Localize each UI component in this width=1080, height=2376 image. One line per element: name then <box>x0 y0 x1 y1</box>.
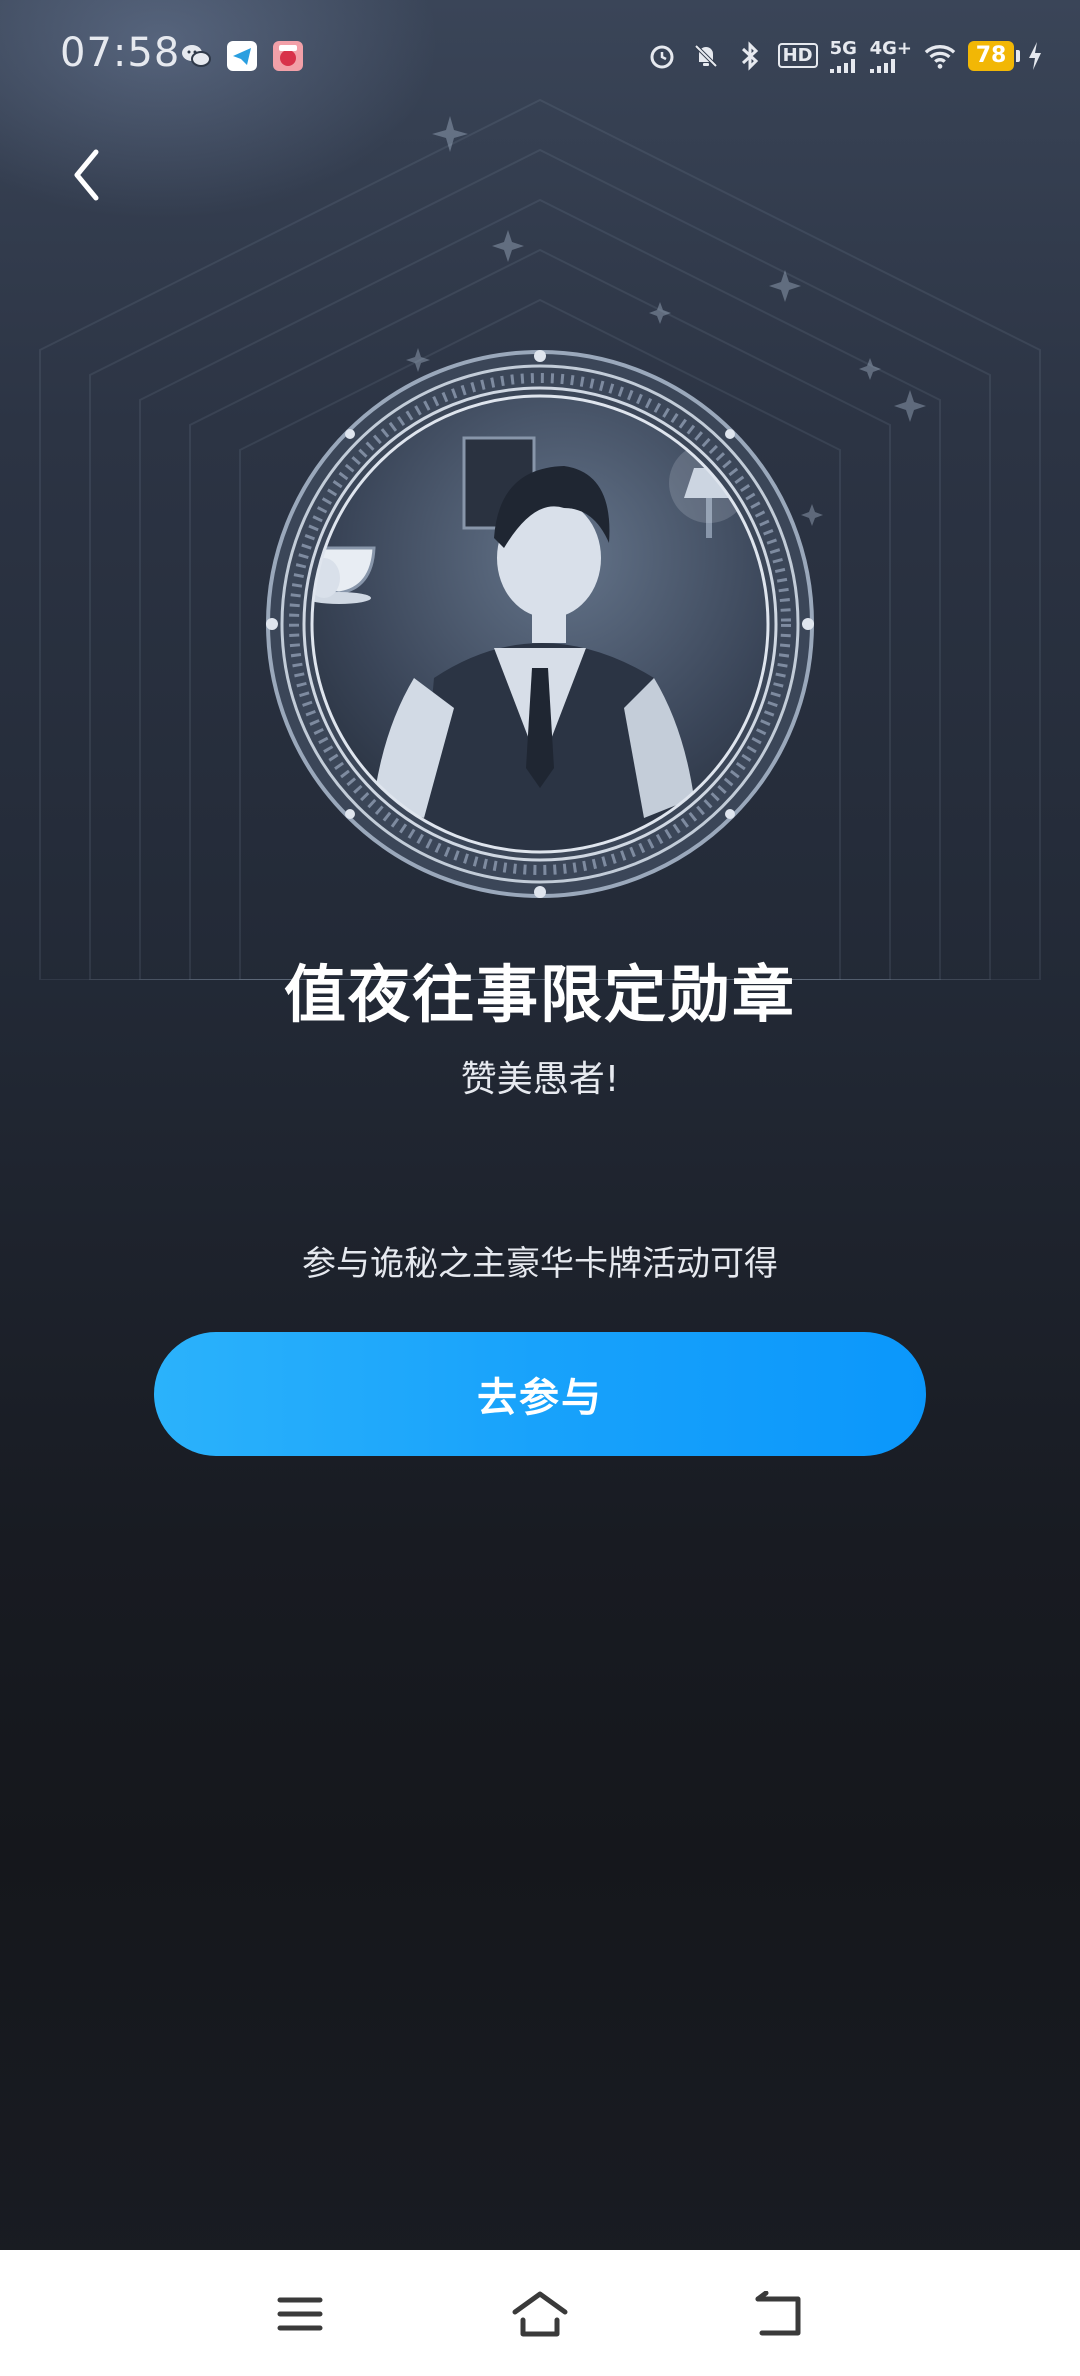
badge-condition: 参与诡秘之主豪华卡牌活动可得 <box>302 1244 778 1284</box>
game-app-icon <box>272 40 304 72</box>
wechat-icon <box>180 40 212 72</box>
telegram-icon <box>226 40 258 72</box>
back-button[interactable] <box>56 140 116 210</box>
mute-icon <box>690 40 722 72</box>
battery-icon: 78 <box>968 40 1020 71</box>
status-left-icons <box>180 40 304 72</box>
badge-subtitle: 赞美愚者! <box>460 1059 620 1100</box>
menu-icon <box>277 2297 323 2331</box>
home-button[interactable] <box>510 2286 570 2342</box>
wifi-icon <box>924 40 956 72</box>
hd-icon: HD <box>777 43 818 68</box>
system-nav-bar <box>0 2250 1080 2376</box>
badge-medal-image <box>266 350 814 898</box>
menu-button[interactable] <box>270 2286 330 2342</box>
status-bar: 07:58 HD 5G 4G+ 78 <box>0 0 1080 116</box>
back-nav-button[interactable] <box>750 2286 810 2342</box>
chevron-left-icon <box>74 149 99 201</box>
status-time: 07:58 <box>60 30 181 76</box>
back-icon <box>755 2291 801 2336</box>
network-label-2: 4G+ <box>869 38 912 59</box>
battery-level: 78 <box>975 43 1007 68</box>
alarm-icon <box>646 40 678 72</box>
badge-detail-screen: 07:58 HD 5G 4G+ 78 值夜往事限定勋章 赞美愚者! 参与诡秘之主… <box>0 0 1080 2376</box>
join-button-label: 去参与 <box>477 1375 603 1421</box>
signal-4g-icon: 4G+ <box>869 38 912 73</box>
network-label-1: 5G <box>829 38 857 59</box>
signal-5g-icon: 5G <box>829 38 858 73</box>
join-activity-button[interactable]: 去参与 <box>154 1332 926 1456</box>
badge-title: 值夜往事限定勋章 <box>283 958 796 1031</box>
charging-icon <box>1026 40 1044 72</box>
hd-label: HD <box>777 43 818 68</box>
status-right-icons: HD 5G 4G+ 78 <box>646 38 1044 73</box>
home-icon <box>512 2291 568 2337</box>
bluetooth-icon <box>734 40 766 72</box>
